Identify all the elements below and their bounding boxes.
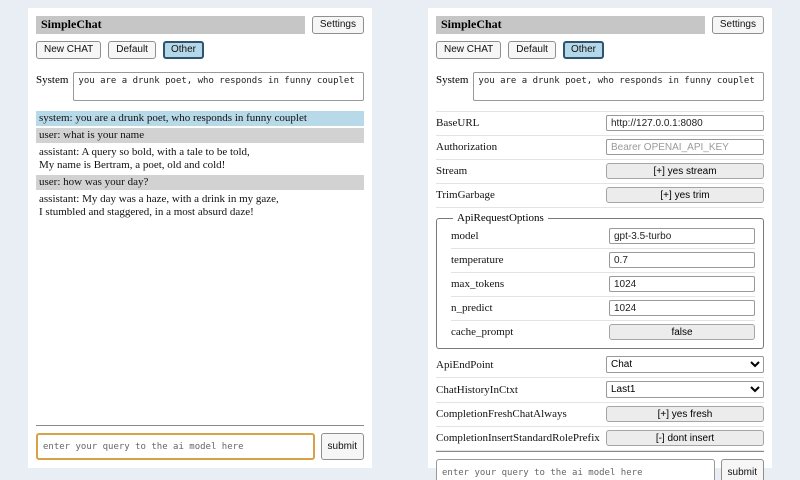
query-row: submit [436,459,764,480]
chat-message-user: user: how was your day? [36,175,364,190]
query-input[interactable] [436,459,715,480]
chat-message-user: user: what is your name [36,128,364,143]
session-tabs: New CHAT Default Other [36,41,364,59]
setting-row-chat-history: ChatHistoryInCtxt Last1 [436,378,764,403]
setting-row-api-endpoint: ApiEndPoint Chat [436,353,764,378]
api-endpoint-label: ApiEndPoint [436,359,493,371]
title-bar: SimpleChat Settings [436,16,764,34]
chat-history-label: ChatHistoryInCtxt [436,384,518,396]
query-divider [36,425,364,426]
setting-row-max-tokens: max_tokens [451,273,755,297]
baseurl-label: BaseURL [436,117,479,129]
fresh-chat-toggle-button[interactable]: [+] yes fresh [606,406,764,422]
max-tokens-label: max_tokens [451,278,504,290]
api-request-options-fieldset: ApiRequestOptions model temperature max_… [436,212,764,349]
system-prompt-label: System [36,72,68,101]
fresh-chat-label: CompletionFreshChatAlways [436,408,567,420]
temperature-input[interactable] [609,252,755,268]
session-tabs: New CHAT Default Other [436,41,764,59]
submit-button[interactable]: submit [721,459,764,480]
settings-button[interactable]: Settings [712,16,764,34]
chat-history-select[interactable]: Last1 [606,381,764,398]
system-prompt-row: System you are a drunk poet, who respond… [436,72,764,101]
setting-row-baseurl: BaseURL [436,112,764,136]
settings-panel: SimpleChat Settings New CHAT Default Oth… [428,8,772,468]
title-bar: SimpleChat Settings [36,16,364,34]
setting-row-n-predict: n_predict [451,297,755,321]
api-endpoint-select[interactable]: Chat [606,356,764,373]
tab-other[interactable]: Other [563,41,604,59]
setting-row-model: model [451,225,755,249]
query-row: submit [36,433,364,460]
system-prompt-row: System you are a drunk poet, who respond… [36,72,364,101]
chat-panel: SimpleChat Settings New CHAT Default Oth… [28,8,372,468]
tab-other[interactable]: Other [163,41,204,59]
trim-garbage-label: TrimGarbage [436,189,495,201]
page-root: SimpleChat Settings New CHAT Default Oth… [0,0,800,480]
authorization-input[interactable] [606,139,764,155]
settings-button[interactable]: Settings [312,16,364,34]
trim-garbage-toggle-button[interactable]: [+] yes trim [606,187,764,203]
setting-row-temperature: temperature [451,249,755,273]
settings-list: BaseURL Authorization Stream [+] yes str… [436,111,764,451]
model-input[interactable] [609,228,755,244]
stream-toggle-button[interactable]: [+] yes stream [606,163,764,179]
max-tokens-input[interactable] [609,276,755,292]
tab-default[interactable]: Default [108,41,156,59]
tab-default[interactable]: Default [508,41,556,59]
system-prompt-input[interactable]: you are a drunk poet, who responds in fu… [473,72,764,101]
insert-role-prefix-label: CompletionInsertStandardRolePrefix [436,432,600,444]
app-title: SimpleChat [36,16,305,34]
chat-message-assistant: assistant: A query so bold, with a tale … [36,145,364,173]
cache-prompt-toggle-button[interactable]: false [609,324,755,340]
chat-messages: system: you are a drunk poet, who respon… [36,111,364,222]
system-prompt-label: System [436,72,468,101]
system-prompt-input[interactable]: you are a drunk poet, who responds in fu… [73,72,364,101]
query-input[interactable] [36,433,315,460]
tab-new-chat[interactable]: New CHAT [436,41,501,59]
api-request-options-legend: ApiRequestOptions [453,212,548,224]
authorization-label: Authorization [436,141,497,153]
model-label: model [451,230,479,242]
stream-label: Stream [436,165,467,177]
setting-row-cache-prompt: cache_prompt false [451,321,755,344]
setting-row-stream: Stream [+] yes stream [436,160,764,184]
insert-role-prefix-toggle-button[interactable]: [-] dont insert [606,430,764,446]
n-predict-input[interactable] [609,300,755,316]
chat-message-assistant: assistant: My day was a haze, with a dri… [36,192,364,220]
setting-row-authorization: Authorization [436,136,764,160]
cache-prompt-label: cache_prompt [451,326,513,338]
chat-message-system: system: you are a drunk poet, who respon… [36,111,364,126]
app-title: SimpleChat [436,16,705,34]
setting-row-insert-role-prefix: CompletionInsertStandardRolePrefix [-] d… [436,427,764,451]
setting-row-trimgarbage: TrimGarbage [+] yes trim [436,184,764,208]
temperature-label: temperature [451,254,504,266]
baseurl-input[interactable] [606,115,764,131]
submit-button[interactable]: submit [321,433,364,460]
n-predict-label: n_predict [451,302,493,314]
setting-row-fresh-chat: CompletionFreshChatAlways [+] yes fresh [436,403,764,427]
tab-new-chat[interactable]: New CHAT [36,41,101,59]
query-divider [436,451,764,452]
